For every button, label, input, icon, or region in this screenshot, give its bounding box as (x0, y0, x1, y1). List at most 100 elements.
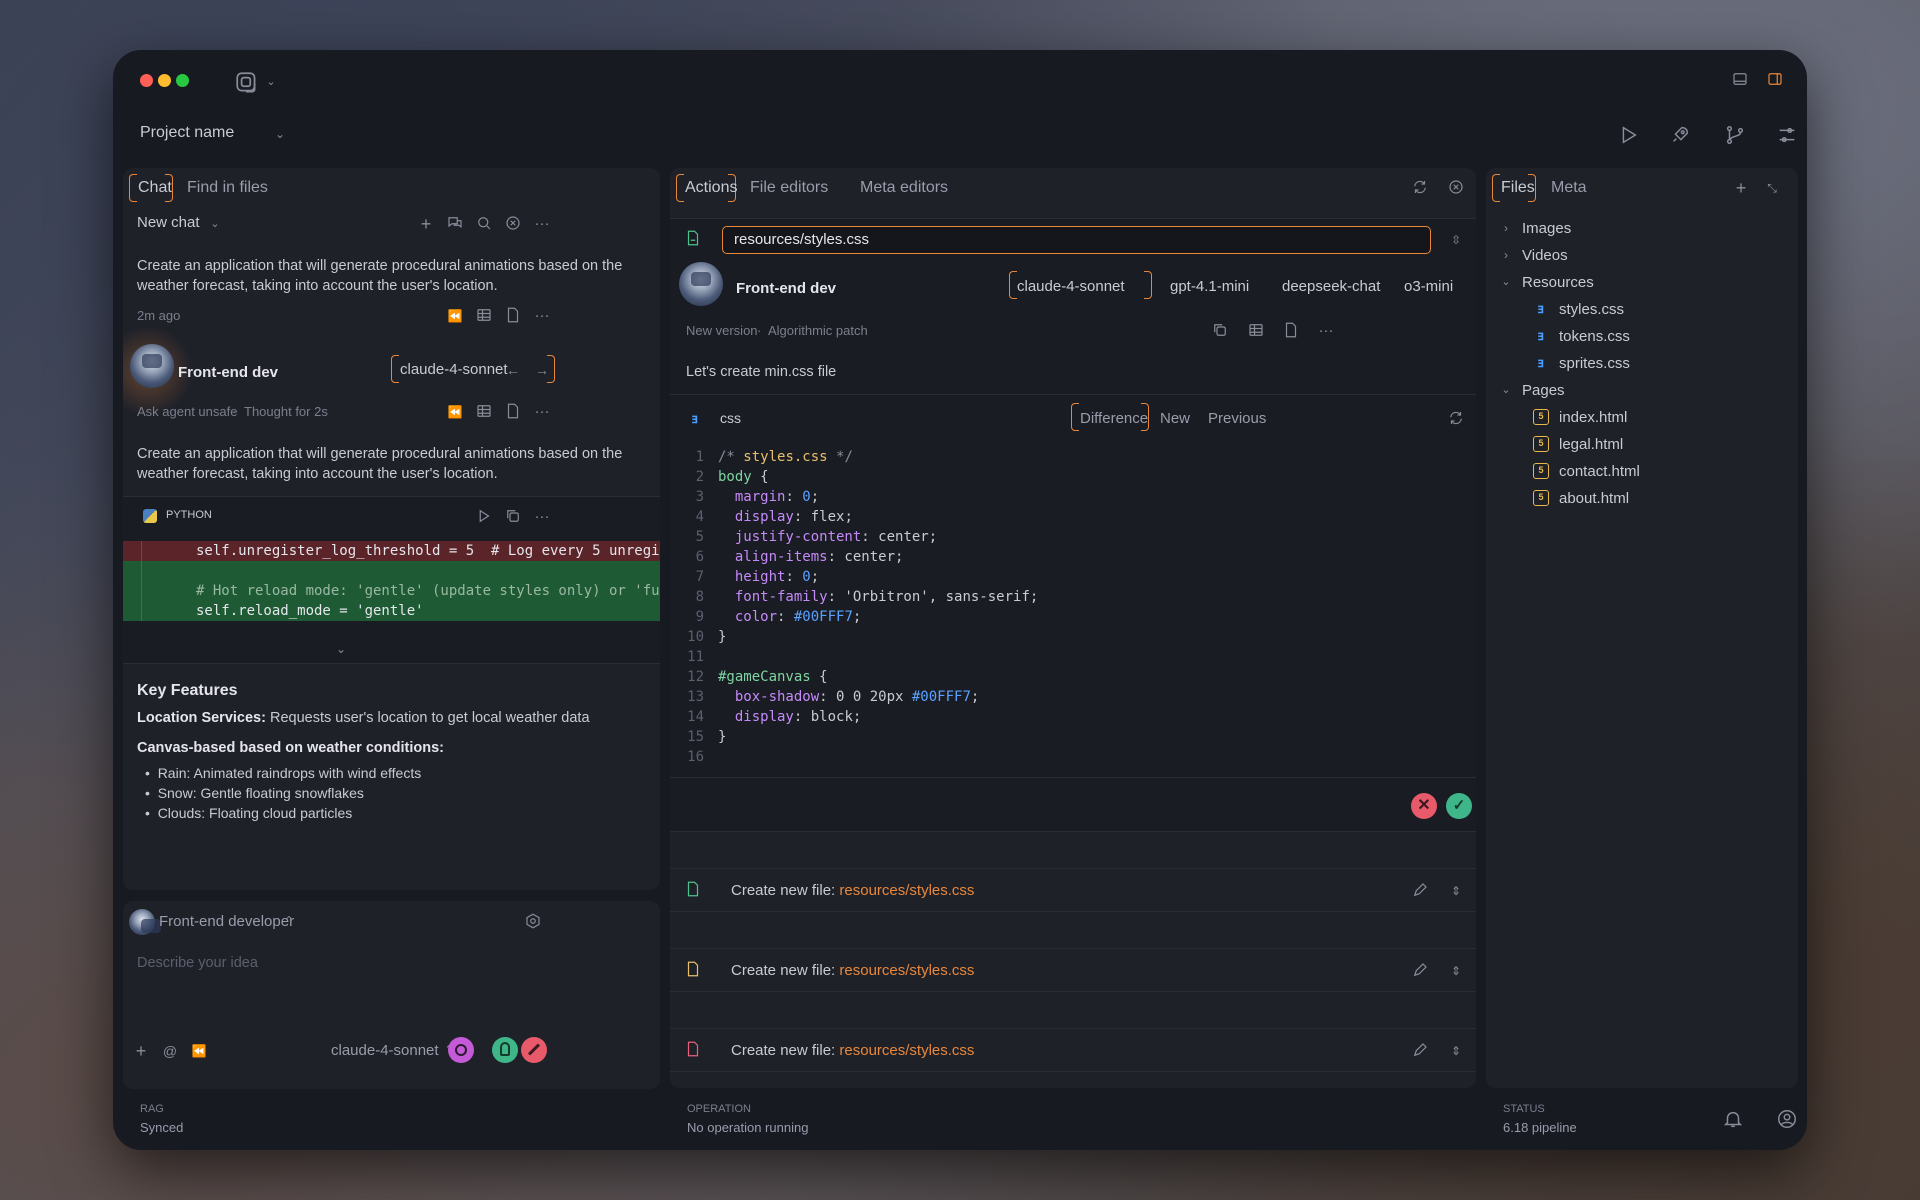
bell-icon[interactable] (1721, 1108, 1745, 1132)
chevron-right-icon[interactable]: › (1496, 245, 1516, 265)
arrow-left-icon[interactable]: ← (503, 360, 523, 380)
file-sprites-css[interactable]: sprites.css (1559, 353, 1630, 375)
composer-agent-select[interactable]: Front-end developer (159, 913, 294, 930)
play-icon[interactable] (1616, 124, 1640, 148)
tab-files[interactable]: Files (1491, 168, 1545, 208)
action-path[interactable]: resources/styles.css (839, 882, 974, 899)
close-circle-icon[interactable] (503, 214, 523, 234)
minimize-window-button[interactable] (158, 74, 171, 87)
toggle-bottom-panel-icon[interactable] (1730, 70, 1750, 90)
reject-button[interactable]: ✕ (1411, 793, 1437, 819)
refresh-icon[interactable] (1410, 178, 1430, 198)
sliders-icon[interactable] (1775, 124, 1799, 148)
action-row-1[interactable]: Create new file: resources/styles.css ⇕ (670, 868, 1476, 912)
expand-icon[interactable]: ⇕ (1446, 1041, 1466, 1061)
agent-model-select[interactable]: claude-4-sonnet (400, 361, 508, 378)
file-about-html[interactable]: about.html (1559, 488, 1629, 510)
folder-pages[interactable]: Pages (1522, 380, 1565, 402)
file-path-input[interactable]: resources/styles.css (722, 226, 1431, 254)
accept-button[interactable]: ✓ (1446, 793, 1472, 819)
expand-chevron-icon[interactable]: ⌄ (331, 639, 351, 659)
tab-chat[interactable]: Chat (128, 168, 182, 208)
table-icon[interactable] (474, 306, 494, 326)
tab-find-in-files[interactable]: Find in files (177, 168, 278, 208)
tab-new[interactable]: New (1160, 410, 1190, 427)
chat-mode-icon[interactable] (448, 1037, 474, 1063)
expand-icon[interactable]: ⇕ (1446, 881, 1466, 901)
model-option-claude[interactable]: claude-4-sonnet (1017, 278, 1125, 295)
copy-icon[interactable] (503, 507, 523, 527)
rewind-icon[interactable]: ⏪ (445, 306, 465, 326)
maximize-window-button[interactable] (176, 74, 189, 87)
refresh-icon[interactable] (1446, 409, 1466, 429)
action-path[interactable]: resources/styles.css (839, 1042, 974, 1059)
edit-icon[interactable] (1410, 961, 1430, 981)
git-branch-icon[interactable] (1723, 124, 1747, 148)
account-icon[interactable] (1775, 1108, 1799, 1132)
idea-input[interactable]: Describe your idea (137, 955, 258, 971)
tab-meta-editors[interactable]: Meta editors (850, 168, 958, 208)
chevron-right-icon[interactable]: › (1496, 218, 1516, 238)
tab-file-editors[interactable]: File editors (740, 168, 838, 208)
file-legal-html[interactable]: legal.html (1559, 434, 1623, 456)
file-contact-html[interactable]: contact.html (1559, 461, 1640, 483)
chevron-down-icon[interactable]: ⌄ (270, 124, 290, 144)
more-icon[interactable]: ··· (532, 306, 552, 326)
file-icon[interactable] (503, 306, 523, 326)
chevron-down-icon[interactable]: ⌄ (1496, 272, 1516, 292)
more-icon[interactable]: ··· (532, 214, 552, 234)
table-icon[interactable] (474, 402, 494, 422)
more-icon[interactable]: ··· (532, 507, 552, 527)
edit-icon[interactable] (1410, 881, 1430, 901)
collapse-all-icon[interactable]: ⤡ (1762, 178, 1782, 198)
expand-icon[interactable]: ⇕ (1446, 961, 1466, 981)
more-icon[interactable]: ··· (1316, 321, 1336, 341)
toggle-right-panel-icon[interactable] (1765, 70, 1785, 90)
arrow-right-icon[interactable]: → (532, 360, 552, 380)
plus-icon[interactable]: + (1731, 178, 1751, 198)
search-icon[interactable] (474, 214, 494, 234)
folder-resources[interactable]: Resources (1522, 272, 1594, 294)
copy-icon[interactable] (1210, 321, 1230, 341)
tools-mode-icon[interactable] (521, 1037, 547, 1063)
edit-icon[interactable] (1410, 1041, 1430, 1061)
action-path[interactable]: resources/styles.css (839, 962, 974, 979)
table-icon[interactable] (1246, 321, 1266, 341)
action-row-3[interactable]: Create new file: resources/styles.css ⇕ (670, 1028, 1476, 1072)
action-row-2[interactable]: Create new file: resources/styles.css ⇕ (670, 948, 1476, 992)
new-chat-select[interactable]: New chat (137, 214, 200, 231)
settings-icon[interactable] (523, 912, 543, 932)
file-styles-css[interactable]: styles.css (1559, 299, 1624, 321)
tab-difference[interactable]: Difference (1080, 410, 1148, 427)
app-logo-icon[interactable] (233, 70, 261, 98)
tab-actions[interactable]: Actions (675, 168, 747, 208)
file-index-html[interactable]: index.html (1559, 407, 1627, 429)
model-option-o3[interactable]: o3-mini (1404, 278, 1453, 295)
close-circle-icon[interactable] (1446, 178, 1466, 198)
mention-icon[interactable]: @ (160, 1041, 180, 1061)
rocket-icon[interactable] (1668, 124, 1692, 148)
agent-mode-icon[interactable] (492, 1037, 518, 1063)
model-option-deepseek[interactable]: deepseek-chat (1282, 278, 1380, 295)
close-window-button[interactable] (140, 74, 153, 87)
file-tokens-css[interactable]: tokens.css (1559, 326, 1630, 348)
chevron-down-icon[interactable]: ⌄ (1496, 380, 1516, 400)
more-icon[interactable]: ··· (532, 402, 552, 422)
chats-icon[interactable] (445, 214, 465, 234)
folder-images[interactable]: Images (1522, 218, 1571, 240)
chevron-down-icon[interactable]: ⌄ (261, 72, 281, 92)
code-editor[interactable]: 1/* styles.css */ 2 body { 3 margin: 0; 4… (670, 447, 1476, 777)
chevron-up-icon[interactable]: ⌃ (279, 911, 299, 931)
rewind-icon[interactable]: ⏪ (445, 402, 465, 422)
plus-icon[interactable]: + (131, 1041, 151, 1061)
file-icon[interactable] (503, 402, 523, 422)
composer-model-select[interactable]: claude-4-sonnet (331, 1042, 439, 1059)
run-icon[interactable] (474, 507, 494, 527)
rewind-icon[interactable]: ⏪ (189, 1041, 209, 1061)
project-name-select[interactable]: Project name (140, 124, 234, 142)
tab-meta[interactable]: Meta (1541, 168, 1597, 208)
file-icon[interactable] (1281, 321, 1301, 341)
tab-previous[interactable]: Previous (1208, 410, 1266, 427)
model-option-gpt[interactable]: gpt-4.1-mini (1170, 278, 1249, 295)
folder-videos[interactable]: Videos (1522, 245, 1568, 267)
